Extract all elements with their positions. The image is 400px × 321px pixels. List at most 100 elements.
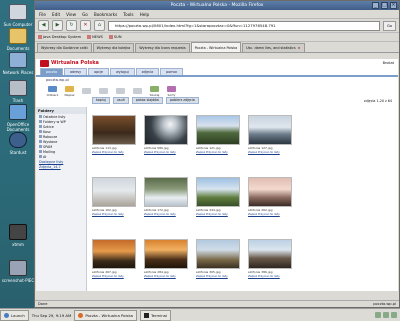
menu-tools[interactable]: Tools bbox=[123, 12, 133, 17]
tab-opcje[interactable]: opcje bbox=[88, 68, 109, 75]
browser-tab[interactable]: Wykresy dla kolejka bbox=[92, 43, 135, 52]
copy-button[interactable]: kopiuj bbox=[92, 97, 110, 104]
photo[interactable] bbox=[248, 115, 292, 145]
desktop-icon-computer[interactable]: Sun Computer bbox=[0, 4, 36, 27]
wp-logo[interactable]: Wirtualna Polska bbox=[40, 59, 99, 67]
thumbnail[interactable]: szlifonia 244.jpg Zapisz Przyciel do lis… bbox=[196, 177, 240, 216]
delete-button[interactable]: usuń bbox=[112, 97, 129, 104]
tab-pomoc[interactable]: pomoc bbox=[160, 68, 184, 75]
tool-button[interactable] bbox=[131, 87, 144, 95]
photo[interactable] bbox=[144, 239, 188, 269]
tool-button[interactable] bbox=[114, 87, 127, 95]
minimize-button[interactable]: _ bbox=[372, 2, 379, 9]
photo[interactable] bbox=[248, 177, 292, 207]
photo-links[interactable]: Zapisz Przyciel do listy bbox=[196, 274, 240, 278]
tool-button[interactable] bbox=[97, 87, 110, 95]
tab-adresy[interactable]: adresy bbox=[63, 68, 88, 75]
photo-links[interactable]: Zapisz Przyciel do listy bbox=[92, 150, 136, 154]
photo-links[interactable]: Zapisz Przyciel do listy bbox=[144, 212, 188, 216]
taskbar-item-terminal[interactable]: Terminal bbox=[139, 309, 171, 321]
maximize-button[interactable]: □ bbox=[381, 2, 388, 9]
thumbnail[interactable]: szlifonia 284.jpg Zapisz Przyciel do lis… bbox=[144, 239, 188, 278]
tool-button[interactable] bbox=[80, 87, 93, 95]
thumbnail[interactable]: szlifonia 172.jpg Zapisz Przyciel do lis… bbox=[144, 177, 188, 216]
bookmark-item[interactable]: NEWS bbox=[87, 35, 103, 39]
tray-icon[interactable] bbox=[383, 312, 389, 318]
thumbnail[interactable]: szlifonia 262.jpg Zapisz Przyciel do lis… bbox=[248, 177, 292, 216]
photo[interactable] bbox=[92, 177, 136, 207]
menu-bookmarks[interactable]: Bookmarks bbox=[94, 12, 117, 17]
bookmark-item[interactable]: SUN bbox=[108, 35, 122, 39]
taskbar-item-browser[interactable]: Poczta - Wirtualna Polska bbox=[74, 309, 137, 321]
back-arrow-icon: ◀ bbox=[41, 22, 46, 28]
tab-label: Wykresy dla Godzinne całki bbox=[41, 46, 88, 50]
desktop-icon-documents[interactable]: Documents bbox=[0, 28, 36, 51]
stop-button[interactable]: ✕ bbox=[80, 20, 91, 31]
download-photos-button[interactable]: pobierz zdjęcia bbox=[165, 97, 199, 104]
photo[interactable] bbox=[144, 115, 188, 145]
thumbnail[interactable]: szlifonia 162.jpg Zapisz Przyciel do lis… bbox=[92, 177, 136, 216]
compose-button[interactable]: Napisz bbox=[63, 85, 76, 97]
photo-links[interactable]: Zapisz Przyciel do listy bbox=[248, 212, 292, 216]
reload-button[interactable]: ↻ bbox=[66, 20, 77, 31]
tray-icon[interactable] bbox=[391, 312, 397, 318]
photo[interactable] bbox=[196, 177, 240, 207]
photo[interactable] bbox=[92, 239, 136, 269]
browser-tab[interactable]: Usc. damn lies, and statistics × bbox=[242, 43, 305, 52]
launch-menu-button[interactable]: Launch bbox=[0, 309, 29, 321]
thumbnail[interactable]: szlifonia 080.jpg Zapisz Przyciel do lis… bbox=[144, 115, 188, 154]
thumbnail[interactable]: szlifonia 121.jpg Zapisz Przyciel do lis… bbox=[196, 115, 240, 154]
tab-wyloguj[interactable]: wyloguj bbox=[109, 68, 135, 75]
back-button[interactable]: ◀ bbox=[38, 20, 49, 31]
menu-help[interactable]: Help bbox=[140, 12, 150, 17]
thumbnail[interactable]: szlifonia 305.jpg Zapisz Przyciel do lis… bbox=[196, 239, 240, 278]
menu-view[interactable]: View bbox=[66, 12, 76, 17]
photo[interactable] bbox=[144, 177, 188, 207]
thumbnail[interactable]: szlifonia 113.jpg Zapisz Przyciel do lis… bbox=[92, 115, 136, 154]
menu-file[interactable]: File bbox=[39, 12, 46, 17]
search-button[interactable]: Szukaj bbox=[148, 85, 161, 97]
menu-edit[interactable]: Edit bbox=[52, 12, 60, 17]
bookmark-item[interactable]: Java Desktop System bbox=[38, 35, 81, 39]
browser-tab[interactable]: Wykresy dla Icons requests bbox=[135, 43, 190, 52]
wp-logo-icon bbox=[40, 59, 49, 67]
tab-poczta[interactable]: poczta bbox=[40, 68, 63, 75]
photo-links[interactable]: Zapisz Przyciel do listy bbox=[144, 274, 188, 278]
desktop-icon-openoffice[interactable]: OpenOffice Documents bbox=[0, 104, 36, 132]
photo-links[interactable]: Zapisz Przyciel do listy bbox=[248, 150, 292, 154]
photo-links[interactable]: Zapisz Przyciel do listy bbox=[248, 274, 292, 278]
photo-links[interactable]: Zapisz Przyciel do listy bbox=[92, 274, 136, 278]
close-tab-icon[interactable]: × bbox=[298, 44, 301, 52]
photo[interactable] bbox=[92, 115, 136, 145]
menu-go[interactable]: Go bbox=[82, 12, 88, 17]
photo-links[interactable]: Zapisz Przyciel do listy bbox=[144, 150, 188, 154]
browser-tab-active[interactable]: Poczta - Wirtualna Polska bbox=[190, 42, 242, 52]
desktop-icon-xtmm[interactable]: xtmm bbox=[0, 224, 36, 247]
home-button[interactable]: ⌂ bbox=[94, 20, 105, 31]
tray-icon[interactable] bbox=[375, 312, 381, 318]
photo[interactable] bbox=[196, 115, 240, 145]
url-bar[interactable]: https://poczta.wp.pl/0601/index.html?fg=… bbox=[108, 20, 380, 31]
close-button[interactable]: × bbox=[390, 2, 397, 9]
thumbnail[interactable]: szlifonia 127.jpg Zapisz Przyciel do lis… bbox=[248, 115, 292, 154]
photo[interactable] bbox=[248, 239, 292, 269]
thumbnail[interactable]: szlifonia 267.jpg Zapisz Przyciel do lis… bbox=[92, 239, 136, 278]
browser-tab[interactable]: Wykresy dla Godzinne całki bbox=[37, 43, 92, 52]
sidebar-item[interactable]: Zdjęcia_14.7 bbox=[36, 164, 86, 169]
title-bar[interactable]: Poczta - Wirtualna Polska - Mozilla Fire… bbox=[35, 1, 399, 10]
tab-zdjecia[interactable]: zdjęcia bbox=[135, 68, 160, 75]
photo[interactable] bbox=[196, 239, 240, 269]
photo-links[interactable]: Zapisz Przyciel do listy bbox=[196, 150, 240, 154]
thumbnail[interactable]: szlifonia 386.jpg Zapisz Przyciel do lis… bbox=[248, 239, 292, 278]
desktop-icon-trash[interactable]: Trash bbox=[0, 80, 36, 103]
desktop-icon-stardust[interactable]: Stardust bbox=[0, 132, 36, 155]
photo-links[interactable]: Zapisz Przyciel do listy bbox=[92, 212, 136, 216]
sort-button[interactable]: Sorty bbox=[165, 85, 178, 97]
desktop-icon-screenshot[interactable]: screenshot-PIEC bbox=[0, 260, 36, 283]
forward-button[interactable]: ▶ bbox=[52, 20, 63, 31]
photo-links[interactable]: Zapisz Przyciel do listy bbox=[196, 212, 240, 216]
receive-button[interactable]: Odbierz bbox=[46, 85, 59, 97]
go-button[interactable]: Go bbox=[383, 20, 396, 31]
desktop-icon-network[interactable]: Network Places bbox=[0, 52, 36, 75]
slideshow-button[interactable]: pokaz slajdów bbox=[131, 97, 163, 104]
